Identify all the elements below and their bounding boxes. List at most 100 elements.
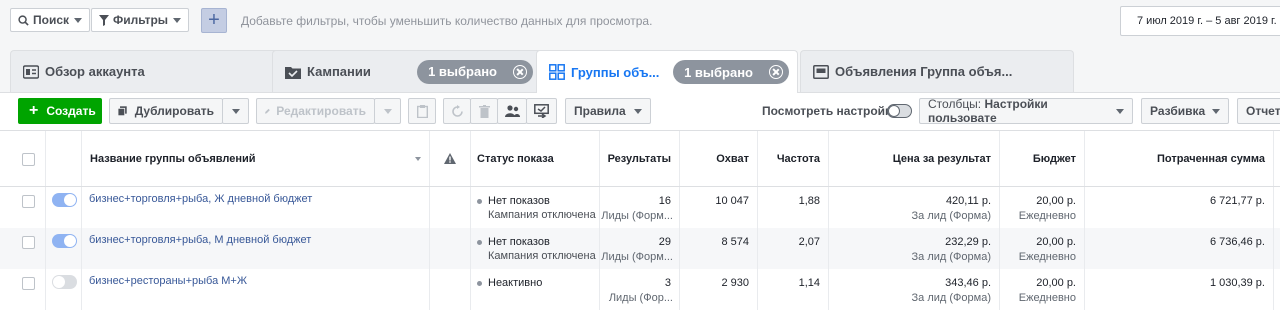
toggle-knob xyxy=(64,235,76,247)
chip-label: 1 выбрано xyxy=(684,64,753,80)
warning-icon xyxy=(444,153,456,164)
columns-dropdown[interactable]: Столбцы: Настройки пользовате xyxy=(919,97,1133,125)
results-value: 29 xyxy=(658,236,671,248)
row-toggle[interactable] xyxy=(52,275,77,289)
column-header-results[interactable]: Результаты xyxy=(600,131,680,186)
table-cell: 8 574 xyxy=(680,228,758,269)
chevron-down-icon xyxy=(634,108,642,114)
column-header-status[interactable]: Статус показа xyxy=(471,131,600,186)
audience-button[interactable] xyxy=(497,98,527,124)
chevron-down-icon xyxy=(74,17,83,23)
selection-chip[interactable]: 1 выбрано xyxy=(417,59,533,84)
edit-menu-button[interactable] xyxy=(374,98,401,124)
tab-ad-sets[interactable]: Группы объ... 1 выбрано xyxy=(536,50,798,93)
table-cell xyxy=(0,228,46,269)
column-header-warnings[interactable] xyxy=(430,131,471,186)
edit-button[interactable]: Редактировать xyxy=(256,98,375,124)
results-value: 3 xyxy=(664,277,671,289)
ad-set-name-link[interactable]: бизнес+торговля+рыба, М дневной бюджет xyxy=(89,234,311,246)
clipboard-icon xyxy=(416,104,428,118)
search-button[interactable]: Поиск xyxy=(10,8,91,32)
reach-value: 8 574 xyxy=(721,236,749,248)
row-toggle[interactable] xyxy=(52,193,77,207)
table-cell: бизнес+торговля+рыба, М дневной бюджет xyxy=(82,228,430,269)
table-cell: 2 930 xyxy=(680,269,758,310)
toggle-knob xyxy=(64,194,76,206)
close-icon[interactable] xyxy=(769,65,783,79)
results-type: Лиды (Форм... xyxy=(601,251,673,263)
refresh-icon xyxy=(451,104,463,117)
chevron-down-icon xyxy=(1116,108,1124,114)
table-row[interactable]: бизнес+торговля+рыба, М дневной бюджет Не… xyxy=(0,228,1280,269)
budget-value: 20,00 р. xyxy=(1036,195,1076,207)
rules-button[interactable]: Правила xyxy=(565,98,651,124)
breakdown-dropdown[interactable]: Разбивка xyxy=(1141,98,1229,124)
ad-set-name-link[interactable]: бизнес+рестораны+рыба М+Ж xyxy=(89,275,247,287)
reports-dropdown[interactable]: Отчет xyxy=(1237,98,1280,124)
grid-icon xyxy=(549,64,565,80)
filters-button[interactable]: Фильтры xyxy=(91,8,190,32)
tab-campaigns[interactable]: Кампании 1 выбрано xyxy=(272,50,542,92)
row-toggle[interactable] xyxy=(52,234,77,248)
toggle-header xyxy=(46,131,82,186)
add-filter-button[interactable]: + xyxy=(201,8,227,33)
close-icon[interactable] xyxy=(513,64,527,79)
ad-icon xyxy=(813,64,829,79)
table-row[interactable]: бизнес+рестораны+рыба М+Ж Неактивно 3 Лиды … xyxy=(0,269,1280,310)
table-cell: 10 047 xyxy=(680,187,758,228)
column-header-spent[interactable]: Потраченная сумма xyxy=(1085,131,1274,186)
table-cell: 29 Лиды (Форм... xyxy=(600,228,680,269)
column-header-name[interactable]: Название группы объявлений xyxy=(82,131,430,186)
selection-chip[interactable]: 1 выбрано xyxy=(673,60,789,84)
row-checkbox[interactable] xyxy=(22,195,35,208)
chevron-down-icon xyxy=(384,108,392,114)
tab-ads[interactable]: Объявления Группа объя... xyxy=(800,50,1074,92)
table-cell: Нет показов Кампания отключена xyxy=(471,187,600,228)
table-cell: 3 Лиды (Фор... xyxy=(600,269,680,310)
header-label: Название группы объявлений xyxy=(90,152,256,165)
status-dot-icon xyxy=(477,198,482,204)
plus-icon: + xyxy=(29,102,39,119)
column-header-budget[interactable]: Бюджет xyxy=(1000,131,1085,186)
table-cell: 1 030,39 р. xyxy=(1085,269,1274,310)
tab-account-overview[interactable]: Обзор аккаунта xyxy=(10,50,280,92)
create-button[interactable]: + Создать xyxy=(18,98,102,124)
table-cell: бизнес+торговля+рыба, Ж дневной бюджет xyxy=(82,187,430,228)
delete-button[interactable] xyxy=(470,98,498,124)
delivery-status: Нет показов Кампания отключена xyxy=(477,236,596,262)
chevron-down-icon xyxy=(232,108,240,114)
table-cell: Нет показов Кампания отключена xyxy=(471,228,600,269)
breakdown-label: Разбивка xyxy=(1150,104,1206,118)
cost-type: За лид (Форма) xyxy=(911,210,991,222)
column-header-frequency[interactable]: Частота xyxy=(758,131,829,186)
date-range-picker[interactable]: 7 июл 2019 г. – 5 авг 2019 г. xyxy=(1120,6,1280,36)
status-subtext: Кампания отключена xyxy=(488,250,596,262)
filter-hint: Добавьте фильтры, чтобы уменьшить количе… xyxy=(241,14,653,28)
status-subtext: Кампания отключена xyxy=(488,209,596,221)
header-label: Потраченная сумма xyxy=(1156,152,1265,165)
column-header-cost[interactable]: Цена за результат xyxy=(829,131,1000,186)
budget-type: Ежедневно xyxy=(1018,251,1076,263)
table-cell xyxy=(0,269,46,310)
columns-text: Столбцы: Настройки пользовате xyxy=(928,97,1116,125)
table-cell xyxy=(46,228,82,269)
duplicate-menu-button[interactable] xyxy=(222,98,249,124)
select-all-checkbox[interactable] xyxy=(22,153,35,166)
sort-caret-icon[interactable] xyxy=(415,157,421,161)
pencil-icon xyxy=(265,108,270,114)
column-header-reach[interactable]: Охват xyxy=(680,131,758,186)
reports-label: Отчет xyxy=(1246,104,1280,118)
row-checkbox[interactable] xyxy=(22,277,35,290)
table-row[interactable]: бизнес+торговля+рыба, Ж дневной бюджет Не… xyxy=(0,187,1280,228)
table-cell: Неактивно xyxy=(471,269,600,310)
duplicate-label: Дублировать xyxy=(134,104,214,118)
refresh-button[interactable] xyxy=(443,98,471,124)
clipboard-button[interactable] xyxy=(408,98,436,124)
spent-value: 1 030,39 р. xyxy=(1209,277,1265,289)
ad-set-name-link[interactable]: бизнес+торговля+рыба, Ж дневной бюджет xyxy=(89,193,312,205)
view-settings-toggle[interactable] xyxy=(887,104,912,118)
columns-prefix: Столбцы: xyxy=(928,97,982,111)
ab-test-button[interactable] xyxy=(526,98,557,124)
row-checkbox[interactable] xyxy=(22,236,35,249)
duplicate-button[interactable]: Дублировать xyxy=(109,98,223,124)
